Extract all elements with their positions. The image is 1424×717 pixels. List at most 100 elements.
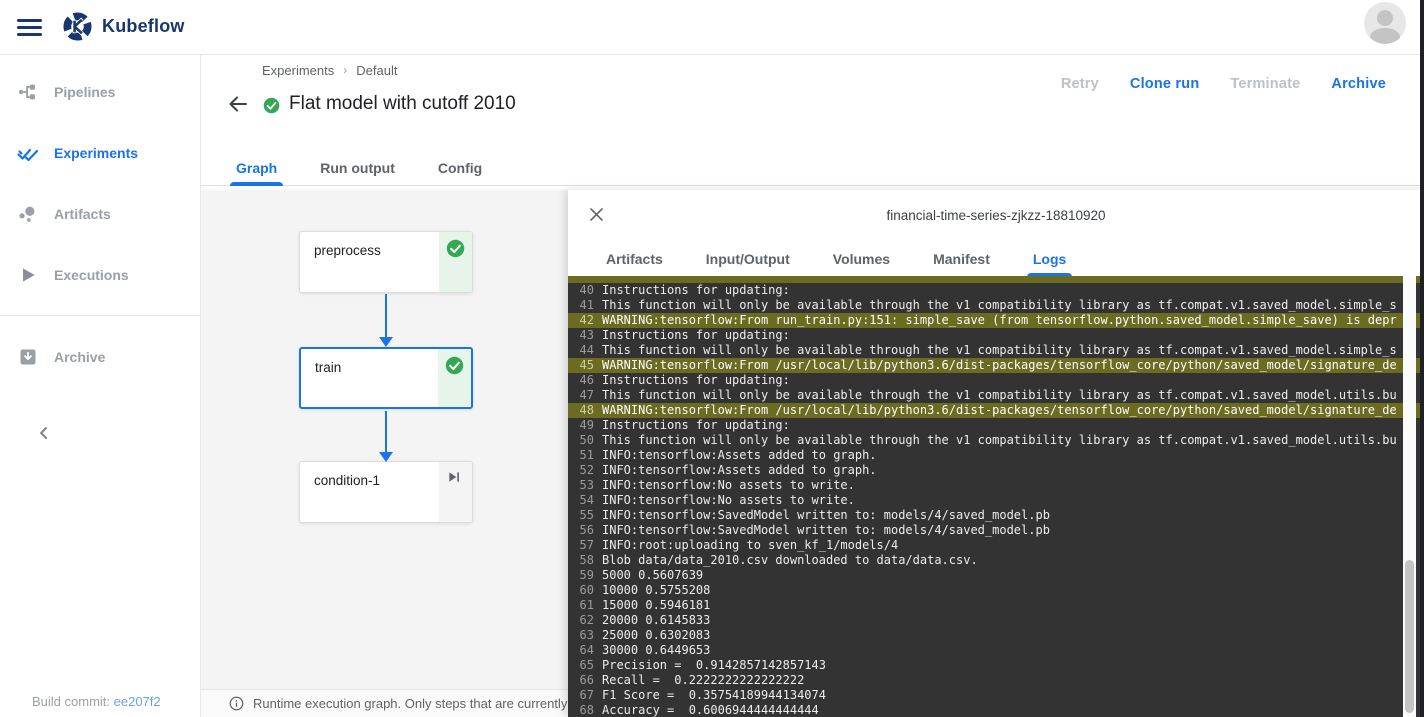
node-label: preprocess (314, 243, 381, 258)
kubeflow-logo-icon (62, 11, 93, 42)
log-line: 45WARNING:tensorflow:From /usr/local/lib… (568, 358, 1424, 373)
breadcrumb-item-experiments[interactable]: Experiments (262, 63, 334, 78)
log-line: 43Instructions for updating: (568, 328, 1424, 343)
log-line-clipped (568, 276, 1424, 283)
sidebar-item-label: Artifacts (54, 206, 111, 222)
tab-label: Artifacts (606, 251, 663, 267)
log-line: 57INFO:root:uploading to sven_kf_1/model… (568, 538, 1424, 553)
tab-label: Config (438, 160, 482, 176)
main-tab-bar: Graph Run output Config (201, 150, 1424, 186)
run-status-success-icon (263, 97, 280, 114)
log-line-text: This function will only be available thr… (602, 343, 1397, 358)
back-arrow-icon[interactable] (226, 92, 250, 116)
log-line: 595000 0.5607639 (568, 568, 1424, 583)
graph-node-preprocess[interactable]: preprocess (299, 231, 473, 293)
log-line-number: 53 (568, 478, 594, 493)
tab-label: Logs (1033, 251, 1066, 267)
log-line: 47This function will only be available t… (568, 388, 1424, 403)
tab-graph[interactable]: Graph (233, 150, 280, 185)
info-icon (229, 696, 244, 711)
retry-button: Retry (1061, 76, 1099, 92)
tab-label: Volumes (833, 251, 890, 267)
log-line-number: 57 (568, 538, 594, 553)
panel-tab-bar: Artifacts Input/Output Volumes Manifest Logs (568, 242, 1424, 276)
log-scrollbar-track[interactable] (1403, 276, 1416, 717)
log-line-text: INFO:tensorflow:SavedModel written to: m… (602, 508, 1050, 523)
node-label: condition-1 (314, 473, 380, 488)
log-line-number: 55 (568, 508, 594, 523)
log-line-text: WARNING:tensorflow:From /usr/local/lib/p… (602, 358, 1397, 373)
log-line: 53INFO:tensorflow:No assets to write. (568, 478, 1424, 493)
log-line-number: 43 (568, 328, 594, 343)
graph-edge (385, 411, 387, 453)
log-line: 65 Precision = 0.9142857142857143 (568, 658, 1424, 673)
log-line: 42WARNING:tensorflow:From run_train.py:1… (568, 313, 1424, 328)
log-line-text: This function will only be available thr… (602, 298, 1397, 313)
log-line-text: Instructions for updating: (602, 373, 790, 388)
log-console: 40Instructions for updating:41 This funct… (568, 276, 1424, 717)
panel-tab-volumes[interactable]: Volumes (830, 242, 893, 276)
sidebar-collapse-chevron-icon[interactable] (34, 423, 56, 445)
log-line-text: Blob data/data_2010.csv downloaded to da… (602, 553, 978, 568)
archive-button[interactable]: Archive (1331, 76, 1386, 92)
log-line-number: 44 (568, 343, 594, 358)
log-line: 49Instructions for updating: (568, 418, 1424, 433)
sidebar-item-experiments[interactable]: Experiments (0, 122, 200, 183)
tab-config[interactable]: Config (435, 150, 485, 185)
sidebar-item-executions[interactable]: Executions (0, 244, 200, 305)
tab-run-output[interactable]: Run output (317, 150, 398, 185)
log-line: 55 INFO:tensorflow:SavedModel written to:… (568, 508, 1424, 523)
log-line: 61 15000 0.5946181 (568, 598, 1424, 613)
log-line: 48WARNING:tensorflow:From /usr/local/lib… (568, 403, 1424, 418)
terminate-button: Terminate (1230, 76, 1300, 92)
log-line-text: INFO:tensorflow:Assets added to graph. (602, 463, 877, 478)
user-avatar[interactable] (1364, 2, 1406, 44)
log-line-number: 63 (568, 628, 594, 643)
log-line-text: 15000 0.5946181 (602, 598, 710, 613)
panel-tab-manifest[interactable]: Manifest (930, 242, 993, 276)
log-line: 54INFO:tensorflow:No assets to write. (568, 493, 1424, 508)
hamburger-menu-icon[interactable] (17, 19, 42, 36)
run-actions: Retry Clone run Terminate Archive (1061, 76, 1386, 92)
sidebar-item-pipelines[interactable]: Pipelines (0, 61, 200, 122)
sidebar: PipelinesExperiments Artifacts Executions A… (0, 55, 201, 717)
node-status-success-icon (446, 239, 465, 258)
graph-node-condition-1[interactable]: condition-1 (299, 461, 473, 523)
log-line-number: 42 (568, 313, 594, 328)
log-line-number: 47 (568, 388, 594, 403)
tab-label: Input/Output (706, 251, 790, 267)
panel-tab-logs[interactable]: Logs (1030, 242, 1069, 276)
log-line: 68Accuracy = 0.6006944444444444 (568, 703, 1424, 717)
kubeflow-logo[interactable]: Kubeflow (62, 11, 185, 42)
log-scrollbar-thumb[interactable] (1405, 560, 1414, 713)
log-line: 40Instructions for updating: (568, 283, 1424, 298)
log-line-text: Accuracy = 0.6006944444444444 (602, 703, 819, 717)
log-line-number: 62 (568, 613, 594, 628)
log-line-number: 51 (568, 448, 594, 463)
log-line-number: 41 (568, 298, 594, 313)
log-line-number: 54 (568, 493, 594, 508)
sidebar-item-artifacts[interactable]: Artifacts (0, 183, 200, 244)
clone-run-button[interactable]: Clone run (1130, 76, 1199, 92)
build-commit-label: Build commit: (32, 694, 114, 709)
log-line-number: 64 (568, 643, 594, 658)
log-line-number: 65 (568, 658, 594, 673)
log-line-number: 67 (568, 688, 594, 703)
log-line-number: 60 (568, 583, 594, 598)
archive-icon (16, 345, 40, 369)
log-line-text: INFO:tensorflow:SavedModel written to: m… (602, 523, 1050, 538)
sidebar-item-label: Executions (54, 267, 129, 283)
panel-tab-artifacts[interactable]: Artifacts (603, 242, 666, 276)
build-commit-link[interactable]: ee207f2 (114, 694, 161, 709)
sidebar-item-archive[interactable]: Archive (0, 326, 200, 387)
log-line-text: WARNING:tensorflow:From /usr/local/lib/p… (602, 403, 1397, 418)
log-line-number: 61 (568, 598, 594, 613)
panel-tab-input-output[interactable]: Input/Output (703, 242, 793, 276)
graph-node-train[interactable]: train (299, 347, 473, 409)
sidebar-item-label: Archive (54, 349, 105, 365)
log-line-text: Precision = 0.9142857142857143 (602, 658, 826, 673)
log-line-text: 30000 0.6449653 (602, 643, 710, 658)
log-line-number: 46 (568, 373, 594, 388)
log-line: 64 30000 0.6449653 (568, 643, 1424, 658)
log-line: 58Blob data/data_2010.csv downloaded to … (568, 553, 1424, 568)
